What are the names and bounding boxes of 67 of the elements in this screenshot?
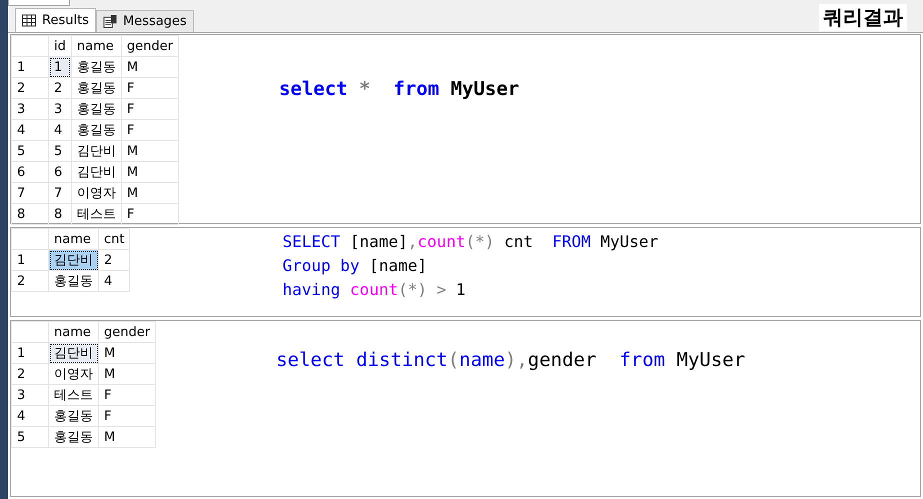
row-number[interactable]: 2	[12, 78, 48, 98]
column-header[interactable]: cnt	[98, 228, 130, 250]
table-cell[interactable]: F	[98, 384, 156, 406]
table-cell[interactable]: F	[121, 98, 178, 120]
sql-query-line: SELECT [name],count(*) cnt FROM MyUser	[282, 231, 658, 253]
table-cell[interactable]: 2	[48, 78, 72, 98]
table-cell[interactable]: 3	[48, 98, 72, 120]
table-cell[interactable]: F	[98, 406, 156, 426]
table-cell[interactable]: 8	[48, 204, 72, 224]
row-number[interactable]: 3	[12, 98, 48, 120]
sql-query-line: select * from MyUser	[278, 78, 520, 100]
column-header[interactable]: name	[71, 36, 122, 56]
table-cell[interactable]: 테스트	[71, 204, 122, 224]
table-cell[interactable]: F	[121, 78, 178, 98]
table-cell[interactable]: 홍길동	[71, 98, 122, 120]
table-cell[interactable]: M	[98, 342, 156, 364]
row-number[interactable]: 8	[12, 204, 48, 224]
row-number[interactable]: 6	[12, 162, 48, 182]
sql-query-line: select distinct(name),gender from MyUser	[276, 349, 746, 371]
row-number[interactable]: 7	[12, 182, 48, 204]
results-tab[interactable]: Messages	[96, 10, 194, 32]
table-cell[interactable]: 홍길동	[48, 270, 98, 292]
table-cell[interactable]: 이영자	[48, 364, 98, 384]
row-number[interactable]: 3	[12, 384, 48, 406]
table-cell[interactable]: 이영자	[71, 182, 122, 204]
row-number[interactable]: 5	[12, 426, 48, 448]
sql-query-line: Group by [name]	[282, 255, 428, 277]
row-number[interactable]: 4	[12, 120, 48, 140]
row-number[interactable]: 4	[12, 406, 48, 426]
results-tab[interactable]: Results	[15, 8, 96, 32]
table-cell[interactable]: M	[121, 56, 178, 78]
table-cell[interactable]: M	[121, 140, 178, 162]
column-header[interactable]: name	[48, 228, 98, 250]
table-cell[interactable]: F	[121, 120, 178, 140]
table-cell[interactable]: M	[98, 364, 156, 384]
column-header[interactable]: id	[48, 36, 72, 56]
table-cell[interactable]: 5	[48, 140, 72, 162]
table-cell[interactable]: 김단비	[71, 162, 122, 182]
row-number[interactable]: 5	[12, 140, 48, 162]
table-cell[interactable]: 2	[98, 250, 130, 270]
table-cell[interactable]: 김단비	[48, 342, 98, 364]
table-cell[interactable]: 홍길동	[71, 56, 122, 78]
table-cell[interactable]: 홍길동	[71, 120, 122, 140]
table-cell[interactable]: 홍길동	[48, 426, 98, 448]
grid-icon	[22, 14, 36, 27]
column-header[interactable]: gender	[98, 322, 156, 342]
column-header[interactable]: gender	[121, 36, 178, 56]
table-cell[interactable]: 김단비	[48, 250, 98, 270]
table-cell[interactable]: M	[121, 162, 178, 182]
row-number[interactable]: 2	[12, 364, 48, 384]
table-cell[interactable]: 1	[48, 56, 72, 78]
table-cell[interactable]: 4	[48, 120, 72, 140]
table-cell[interactable]: 7	[48, 182, 72, 204]
table-cell[interactable]: 4	[98, 270, 130, 292]
table-cell[interactable]: 홍길동	[71, 78, 122, 98]
table-cell[interactable]: 김단비	[71, 140, 122, 162]
table-cell[interactable]: 홍길동	[48, 406, 98, 426]
document-icon	[102, 15, 117, 28]
table-cell[interactable]: M	[121, 182, 178, 204]
caption-title: 쿼리결과	[819, 4, 907, 31]
table-cell[interactable]: F	[121, 204, 178, 224]
table-cell[interactable]: 6	[48, 162, 72, 182]
sql-query-line: having count(*) > 1	[282, 279, 467, 301]
row-number[interactable]: 2	[12, 270, 48, 292]
table-cell[interactable]: 테스트	[48, 384, 98, 406]
table-cell[interactable]: M	[98, 426, 156, 448]
column-header[interactable]: name	[48, 322, 98, 342]
